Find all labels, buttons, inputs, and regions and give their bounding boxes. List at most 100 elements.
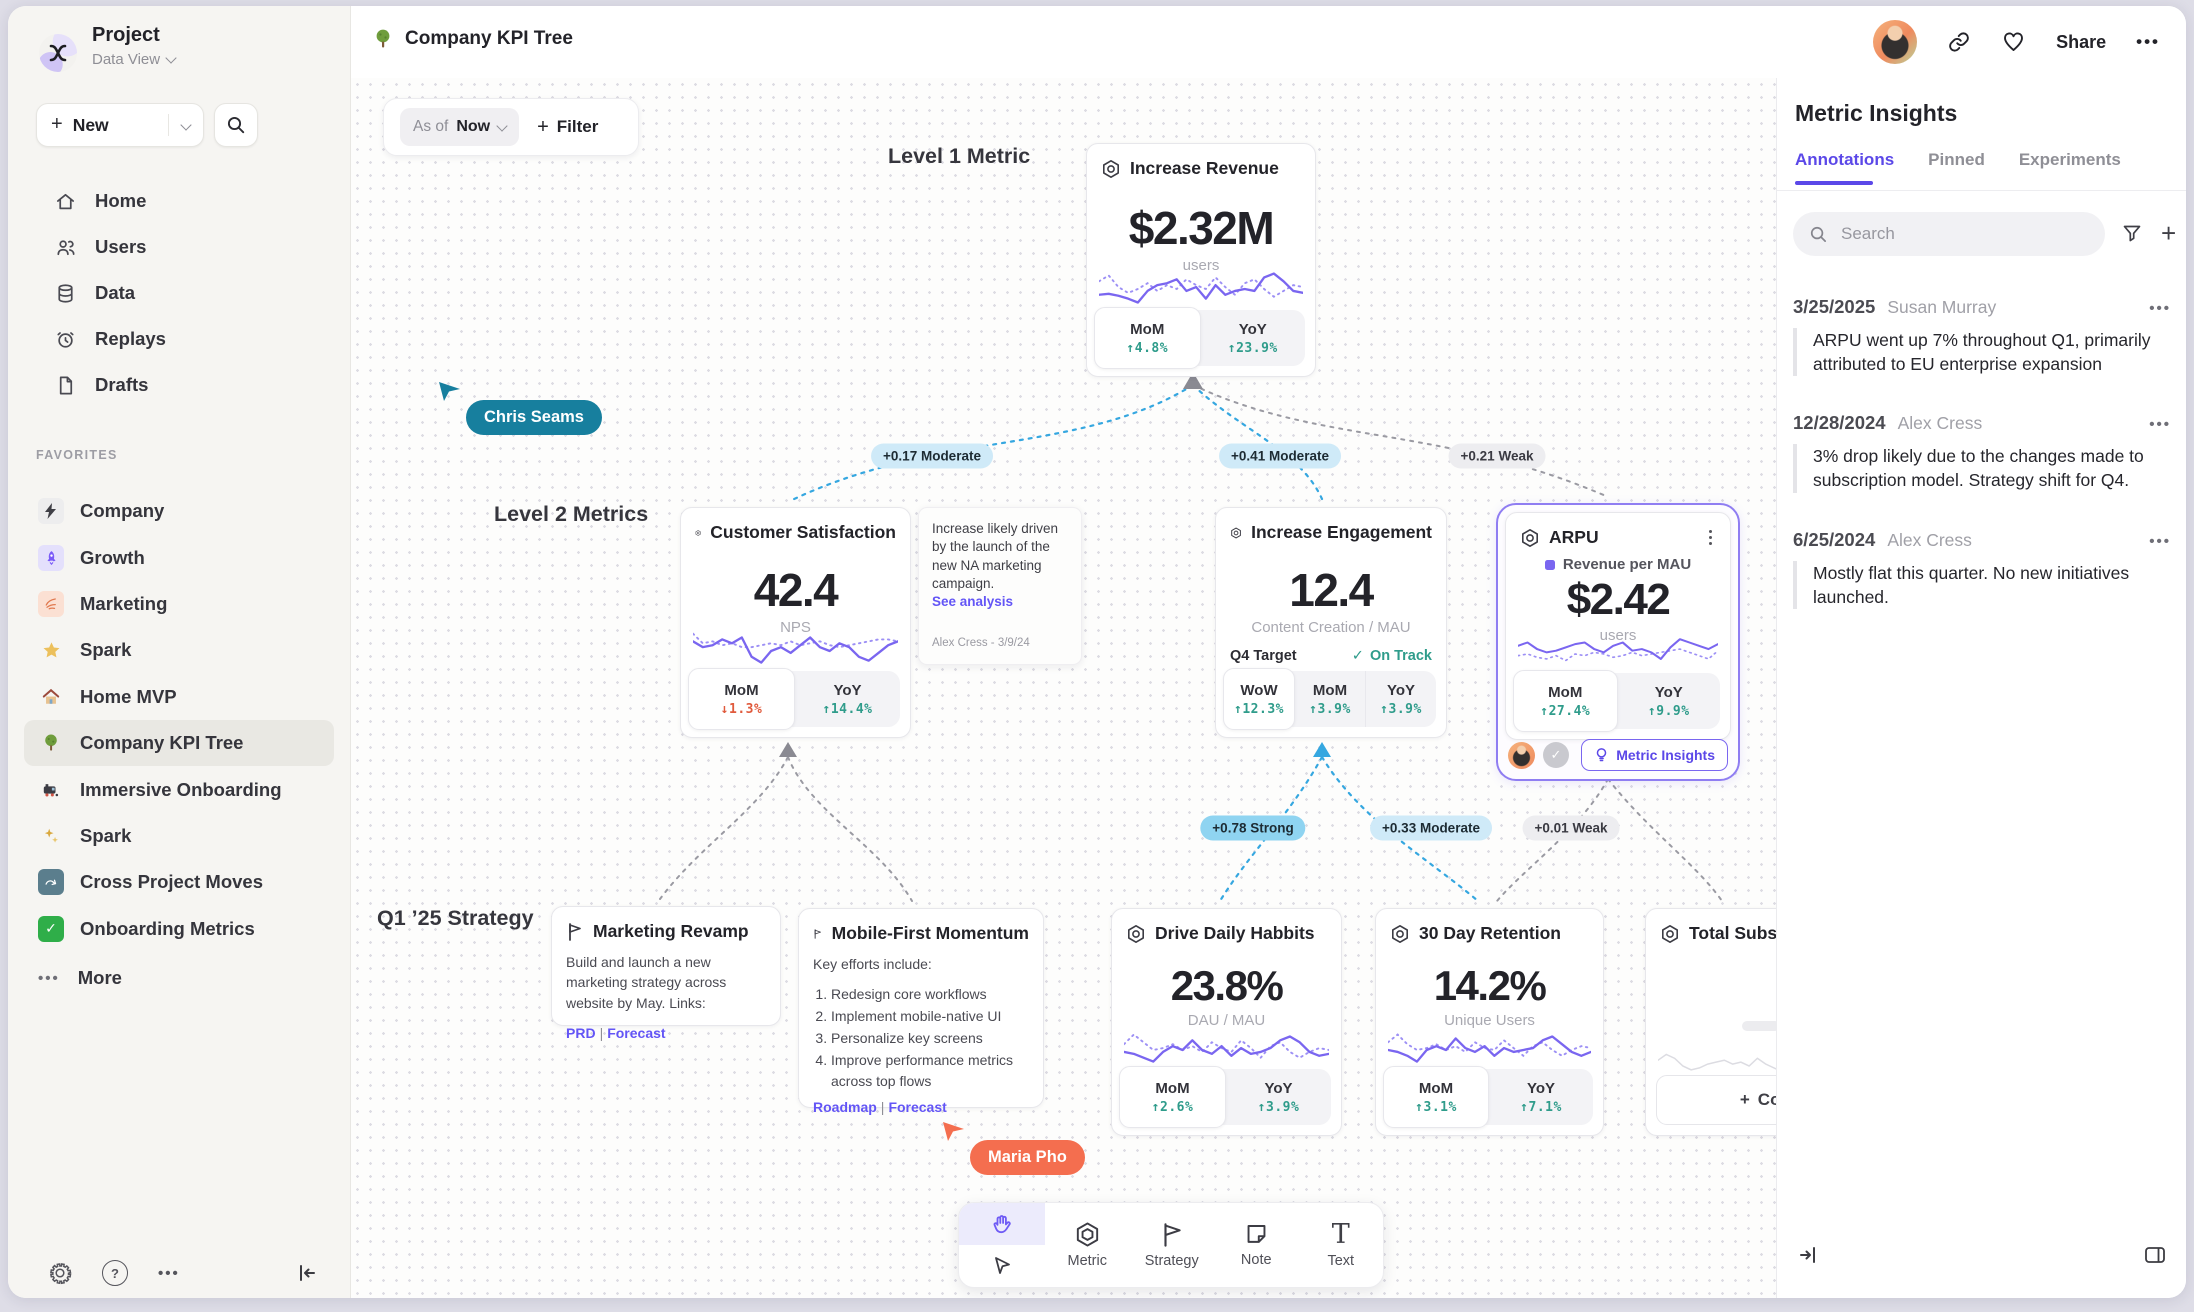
tool-text[interactable]: T Text [1299, 1203, 1384, 1287]
as-of-selector[interactable]: As of Now [400, 108, 519, 146]
sidebar-item-users[interactable]: Users [8, 224, 350, 270]
kebab-menu-icon[interactable] [1705, 528, 1716, 548]
layout-panel-icon[interactable] [2143, 1244, 2167, 1266]
stat-mom[interactable]: MoM↓1.3% [688, 668, 795, 730]
tab-annotations[interactable]: Annotations [1795, 150, 1894, 170]
more-options-icon[interactable]: ••• [158, 1265, 180, 1282]
collapse-panel-icon[interactable] [1797, 1244, 1819, 1266]
favorite-home-mvp[interactable]: Home MVP [24, 674, 334, 720]
annotations-search[interactable] [1793, 212, 2105, 256]
sidebar-item-home[interactable]: Home [8, 178, 350, 224]
favorite-label: Company KPI Tree [80, 732, 243, 754]
workspace-switcher[interactable]: Data View [92, 51, 175, 68]
metric-card-arpu-selected[interactable]: ARPU Revenue per MAU $2.42 users MoM↑27.… [1496, 503, 1740, 781]
sidebar-item-data[interactable]: Data [8, 270, 350, 316]
metric-card-customer-satisfaction[interactable]: Customer Satisfaction 42.4 NPS MoM↓1.3% … [680, 507, 911, 738]
favorite-spark-2[interactable]: Spark [24, 813, 334, 859]
favorite-label: Company [80, 500, 164, 522]
cursor-arrow-icon [940, 1118, 966, 1144]
legend-swatch [1545, 560, 1555, 570]
annotation-menu-icon[interactable]: ••• [2149, 416, 2171, 433]
add-filter-button[interactable]: + Filter [537, 116, 598, 139]
project-logo[interactable] [39, 34, 77, 72]
new-button[interactable]: + New [36, 103, 204, 147]
collapse-sidebar-icon[interactable] [296, 1262, 318, 1284]
tab-pinned[interactable]: Pinned [1928, 150, 1985, 170]
favorite-marketing[interactable]: Marketing [24, 581, 334, 627]
annotation-item[interactable]: 3/25/2025 Susan Murray ••• ARPU went up … [1793, 296, 2171, 376]
metric-card-30-day-retention[interactable]: 30 Day Retention 14.2% Unique Users MoM↑… [1375, 908, 1604, 1136]
stat-mom[interactable]: MoM↑3.1% [1383, 1066, 1489, 1128]
strategy-card-mobile-first[interactable]: Mobile-First Momentum Key efforts includ… [798, 908, 1044, 1108]
metric-insights-button[interactable]: Metric Insights [1581, 739, 1728, 771]
favorite-onboarding-metrics[interactable]: ✓ Onboarding Metrics [24, 906, 334, 952]
tool-metric[interactable]: Metric [1045, 1203, 1130, 1287]
forecast-link[interactable]: Forecast [607, 1025, 665, 1041]
prd-link[interactable]: PRD [566, 1025, 596, 1041]
project-title: Project [92, 24, 160, 47]
filter-funnel-icon[interactable] [2121, 222, 2143, 244]
sidebar-item-label: Data [95, 282, 135, 304]
favorite-growth[interactable]: Growth [24, 534, 334, 580]
favorite-company[interactable]: Company [24, 488, 334, 534]
copy-link-icon[interactable] [1947, 30, 1971, 54]
favorite-heart-icon[interactable] [2001, 30, 2026, 54]
metric-card-increase-engagement[interactable]: Increase Engagement 12.4 Content Creatio… [1215, 507, 1447, 738]
stat-yoy[interactable]: YoY↑14.4% [795, 671, 900, 727]
plus-icon: + [1740, 1090, 1750, 1110]
share-button[interactable]: Share [2056, 32, 2106, 53]
stat-mom[interactable]: MoM↑3.9% [1295, 671, 1365, 727]
tool-note[interactable]: Note [1214, 1203, 1299, 1287]
favorite-company-kpi-tree[interactable]: Company KPI Tree [24, 720, 334, 766]
settings-gear-icon[interactable] [48, 1261, 72, 1285]
favorite-cross-project-moves[interactable]: Cross Project Moves [24, 859, 334, 905]
forecast-link[interactable]: Forecast [888, 1099, 946, 1115]
stat-yoy[interactable]: YoY↑3.9% [1365, 671, 1436, 727]
check-icon: ✓ [1352, 648, 1364, 664]
stat-mom[interactable]: MoM↑4.8% [1094, 307, 1201, 369]
sidebar-item-drafts[interactable]: Drafts [8, 362, 350, 408]
see-analysis-link[interactable]: See analysis [932, 594, 1013, 609]
strategy-card-marketing-revamp[interactable]: Marketing Revamp Build and launch a new … [551, 906, 781, 1026]
add-annotation-icon[interactable]: + [2161, 218, 2176, 249]
annotation-item[interactable]: 6/25/2024 Alex Cress ••• Mostly flat thi… [1793, 529, 2171, 609]
as-of-value: Now [456, 118, 490, 136]
stat-yoy[interactable]: YoY↑23.9% [1201, 310, 1306, 366]
chevron-down-icon[interactable] [180, 119, 191, 130]
overflow-menu-icon[interactable]: ••• [2136, 32, 2160, 52]
panel-title: Metric Insights [1795, 100, 1957, 127]
sidebar-more[interactable]: ••• More [38, 958, 122, 998]
tab-experiments[interactable]: Experiments [2019, 150, 2121, 170]
stat-mom[interactable]: MoM↑2.6% [1119, 1066, 1226, 1128]
strategy-title: Mobile-First Momentum [832, 923, 1029, 944]
sidebar-nav: Home Users Data Replays Drafts [8, 178, 350, 408]
metric-card-drive-daily-habbits[interactable]: Drive Daily Habbits 23.8% DAU / MAU MoM↑… [1111, 908, 1342, 1136]
stat-wow[interactable]: WoW↑12.3% [1223, 668, 1295, 730]
divider [1777, 190, 2186, 191]
annotation-menu-icon[interactable]: ••• [2149, 300, 2171, 317]
stat-mom[interactable]: MoM↑27.4% [1513, 670, 1618, 732]
tool-strategy[interactable]: Strategy [1130, 1203, 1215, 1287]
favorite-spark[interactable]: Spark [24, 627, 334, 673]
favorite-immersive-onboarding[interactable]: Immersive Onboarding [24, 766, 334, 812]
sidebar-item-replays[interactable]: Replays [8, 316, 350, 362]
canvas-note[interactable]: Increase likely driven by the launch of … [918, 507, 1082, 665]
annotation-menu-icon[interactable]: ••• [2149, 533, 2171, 550]
metric-stats: MoM↑3.1% YoY↑7.1% [1386, 1069, 1593, 1125]
hand-tool[interactable] [959, 1203, 1045, 1245]
sidebar-search-button[interactable] [214, 103, 258, 147]
roadmap-link[interactable]: Roadmap [813, 1099, 877, 1115]
sidebar-item-label: Drafts [95, 374, 148, 396]
collaborator-avatar [1508, 742, 1535, 769]
metric-card-arpu[interactable]: ARPU Revenue per MAU $2.42 users MoM↑27.… [1505, 512, 1731, 740]
stat-yoy[interactable]: YoY↑9.9% [1618, 673, 1721, 729]
annotation-item[interactable]: 12/28/2024 Alex Cress ••• 3% drop likely… [1793, 412, 2171, 492]
search-input[interactable] [1839, 223, 2063, 245]
user-avatar[interactable] [1873, 20, 1917, 64]
help-icon[interactable]: ? [102, 1260, 128, 1286]
metric-card-increase-revenue[interactable]: Increase Revenue $2.32M users MoM↑4.8% Y… [1086, 143, 1316, 377]
select-tool[interactable] [959, 1245, 1045, 1287]
stat-yoy[interactable]: YoY↑7.1% [1489, 1069, 1593, 1125]
stat-yoy[interactable]: YoY↑3.9% [1226, 1069, 1331, 1125]
strategy-title: Marketing Revamp [593, 921, 749, 942]
